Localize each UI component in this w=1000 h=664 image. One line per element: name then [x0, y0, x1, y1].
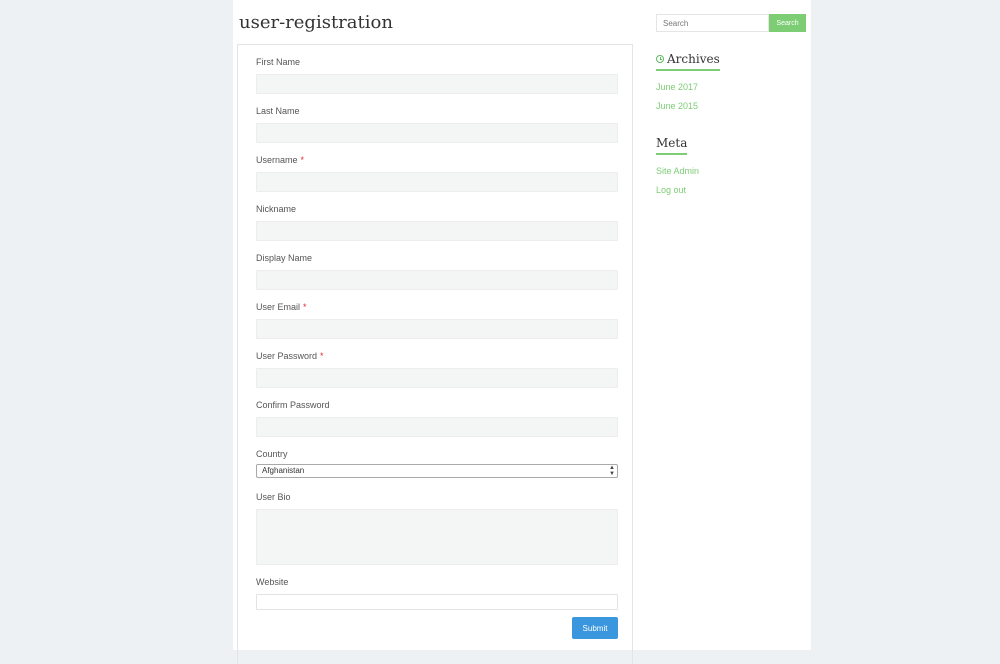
page-title: user-registration — [239, 12, 393, 33]
country-label: Country — [256, 449, 288, 459]
search-input[interactable] — [656, 14, 769, 32]
user-bio-textarea[interactable] — [256, 509, 618, 565]
display-name-input[interactable] — [256, 270, 618, 290]
website-label: Website — [256, 577, 289, 587]
required-marker: * — [303, 302, 307, 312]
nickname-label: Nickname — [256, 204, 297, 214]
nickname-field: Nickname — [256, 203, 618, 241]
archive-link-june-2015[interactable]: June 2015 — [656, 101, 698, 111]
user-bio-label: User Bio — [256, 492, 291, 502]
user-bio-field: User Bio — [256, 491, 618, 565]
confirm-password-input[interactable] — [256, 417, 618, 437]
first-name-label: First Name — [256, 57, 301, 67]
username-input[interactable] — [256, 172, 618, 192]
meta-widget-title: Meta — [656, 136, 688, 155]
first-name-field: First Name — [256, 56, 618, 94]
search-button[interactable]: Search — [769, 14, 806, 32]
username-field: Username * — [256, 154, 618, 192]
select-arrows-icon: ▲ ▼ — [609, 465, 615, 477]
archives-widget-title: Archives — [656, 52, 720, 71]
meta-title-text: Meta — [656, 136, 688, 150]
display-name-field: Display Name — [256, 252, 618, 290]
registration-form: First Name Last Name Username * Nickname … — [237, 44, 633, 664]
country-field: Country Afghanistan ▲ ▼ — [256, 448, 618, 478]
site-admin-link[interactable]: Site Admin — [656, 166, 699, 176]
required-marker: * — [320, 351, 324, 361]
last-name-label: Last Name — [256, 106, 300, 116]
username-label: Username * — [256, 155, 305, 165]
nickname-input[interactable] — [256, 221, 618, 241]
user-email-input[interactable] — [256, 319, 618, 339]
country-selected-value: Afghanistan — [262, 466, 305, 475]
last-name-input[interactable] — [256, 123, 618, 143]
website-input[interactable] — [256, 594, 618, 610]
log-out-link[interactable]: Log out — [656, 185, 686, 195]
confirm-password-label: Confirm Password — [256, 400, 330, 410]
user-password-label: User Password * — [256, 351, 324, 361]
user-password-input[interactable] — [256, 368, 618, 388]
clock-icon — [656, 55, 664, 63]
website-field: Website — [256, 576, 618, 610]
confirm-password-field: Confirm Password — [256, 399, 618, 437]
last-name-field: Last Name — [256, 105, 618, 143]
country-select[interactable]: Afghanistan ▲ ▼ — [256, 464, 618, 478]
first-name-input[interactable] — [256, 74, 618, 94]
required-marker: * — [300, 155, 305, 165]
user-email-field: User Email * — [256, 301, 618, 339]
display-name-label: Display Name — [256, 253, 313, 263]
page-container: user-registration First Name Last Name U… — [233, 0, 811, 664]
submit-button[interactable]: Submit — [572, 617, 618, 639]
user-password-field: User Password * — [256, 350, 618, 388]
user-email-label: User Email * — [256, 302, 307, 312]
archive-link-june-2017[interactable]: June 2017 — [656, 82, 698, 92]
archives-title-text: Archives — [667, 52, 720, 66]
